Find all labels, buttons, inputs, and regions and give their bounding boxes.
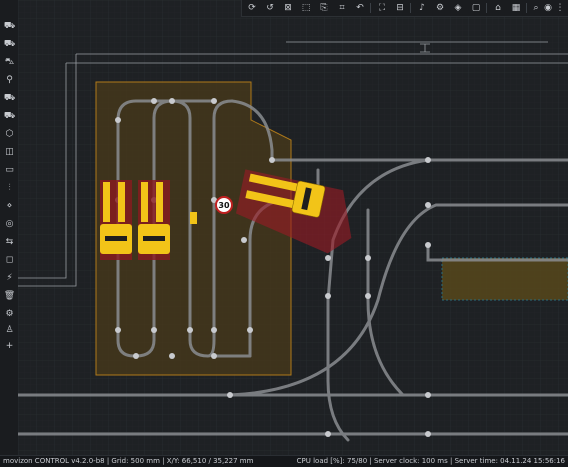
home-icon[interactable]: ⌂ <box>492 2 504 14</box>
bell-icon[interactable]: ♪ <box>416 2 428 14</box>
undo-icon[interactable]: ↶ <box>354 2 366 14</box>
frame-icon[interactable]: ⌗ <box>336 2 348 14</box>
layers-icon[interactable]: ◈ <box>452 2 464 14</box>
toolbar-separator <box>370 3 371 13</box>
trailer-icon[interactable]: ⛟ <box>3 110 16 122</box>
rotate-icon[interactable]: ↺ <box>264 2 276 14</box>
toolbar-separator <box>486 3 487 13</box>
user-icon[interactable]: ♙ <box>3 324 16 336</box>
map-canvas[interactable]: 30 <box>18 0 568 455</box>
area-icon[interactable]: ◻ <box>3 254 16 266</box>
speed-limit-sign[interactable]: 30 <box>215 196 233 214</box>
parked-vehicle-1[interactable] <box>100 180 132 260</box>
node-icon[interactable]: ⋄ <box>3 200 16 212</box>
ruler-icon[interactable]: ⊟ <box>394 2 406 14</box>
status-right-text: CPU load [%]: 75/80 | Server clock: 100 … <box>296 457 565 465</box>
select-icon[interactable]: ⬚ <box>300 2 312 14</box>
path-icon[interactable]: ⫶ <box>3 182 16 194</box>
speed-limit-value: 30 <box>218 201 230 210</box>
charger-marker[interactable] <box>190 212 197 224</box>
user-icon[interactable]: ◉ <box>542 2 554 14</box>
box-outline-icon[interactable]: ◫ <box>3 146 16 158</box>
more-icon[interactable]: ⋮ <box>554 2 566 14</box>
settings-icon[interactable]: ⚙ <box>434 2 446 14</box>
toolbar-separator <box>526 3 527 13</box>
trash-icon[interactable]: 🗑 <box>3 290 16 302</box>
search-icon[interactable]: ⌕ <box>530 2 542 14</box>
target-icon[interactable]: ◎ <box>3 218 16 230</box>
truck-icon[interactable]: ⛟ <box>3 38 16 50</box>
refresh-icon[interactable]: ⟳ <box>246 2 258 14</box>
route-icon[interactable]: ⎘ <box>318 2 330 14</box>
plus-icon[interactable]: + <box>3 340 16 352</box>
charger-icon[interactable]: ⚡ <box>3 272 16 284</box>
staging-zone[interactable] <box>441 257 568 301</box>
toolbar-separator <box>410 3 411 13</box>
status-bar: movizon CONTROL v4.2.0-b8 | Grid: 500 mm… <box>0 455 568 467</box>
fit-icon[interactable]: ⊠ <box>282 2 294 14</box>
fullscreen-icon[interactable]: ⛶ <box>376 2 388 14</box>
box-icon[interactable]: ▢ <box>470 2 482 14</box>
forklift-icon[interactable]: ⛍ <box>3 56 16 68</box>
link-icon[interactable]: ⇆ <box>3 236 16 248</box>
calendar-icon[interactable]: ▦ <box>510 2 522 14</box>
battery-icon[interactable]: ▭ <box>3 164 16 176</box>
status-left-text: movizon CONTROL v4.2.0-b8 | Grid: 500 mm… <box>3 457 254 465</box>
top-toolbar: ⟳ ↺ ⊠ ⬚ ⎘ ⌗ ↶ ⛶ ⊟ ♪ ⚙ ◈ ▢ ⌂ ▦ ⌕ ◉ ⋮ <box>241 0 568 17</box>
settings-icon[interactable]: ⚙ <box>3 308 16 320</box>
box-icon[interactable]: ⬡ <box>3 128 16 140</box>
parked-vehicle-2[interactable] <box>138 180 170 260</box>
car-icon[interactable]: ⛟ <box>3 92 16 104</box>
vehicle-icon[interactable]: ⛟ <box>3 20 16 32</box>
bike-icon[interactable]: ⚲ <box>3 74 16 86</box>
